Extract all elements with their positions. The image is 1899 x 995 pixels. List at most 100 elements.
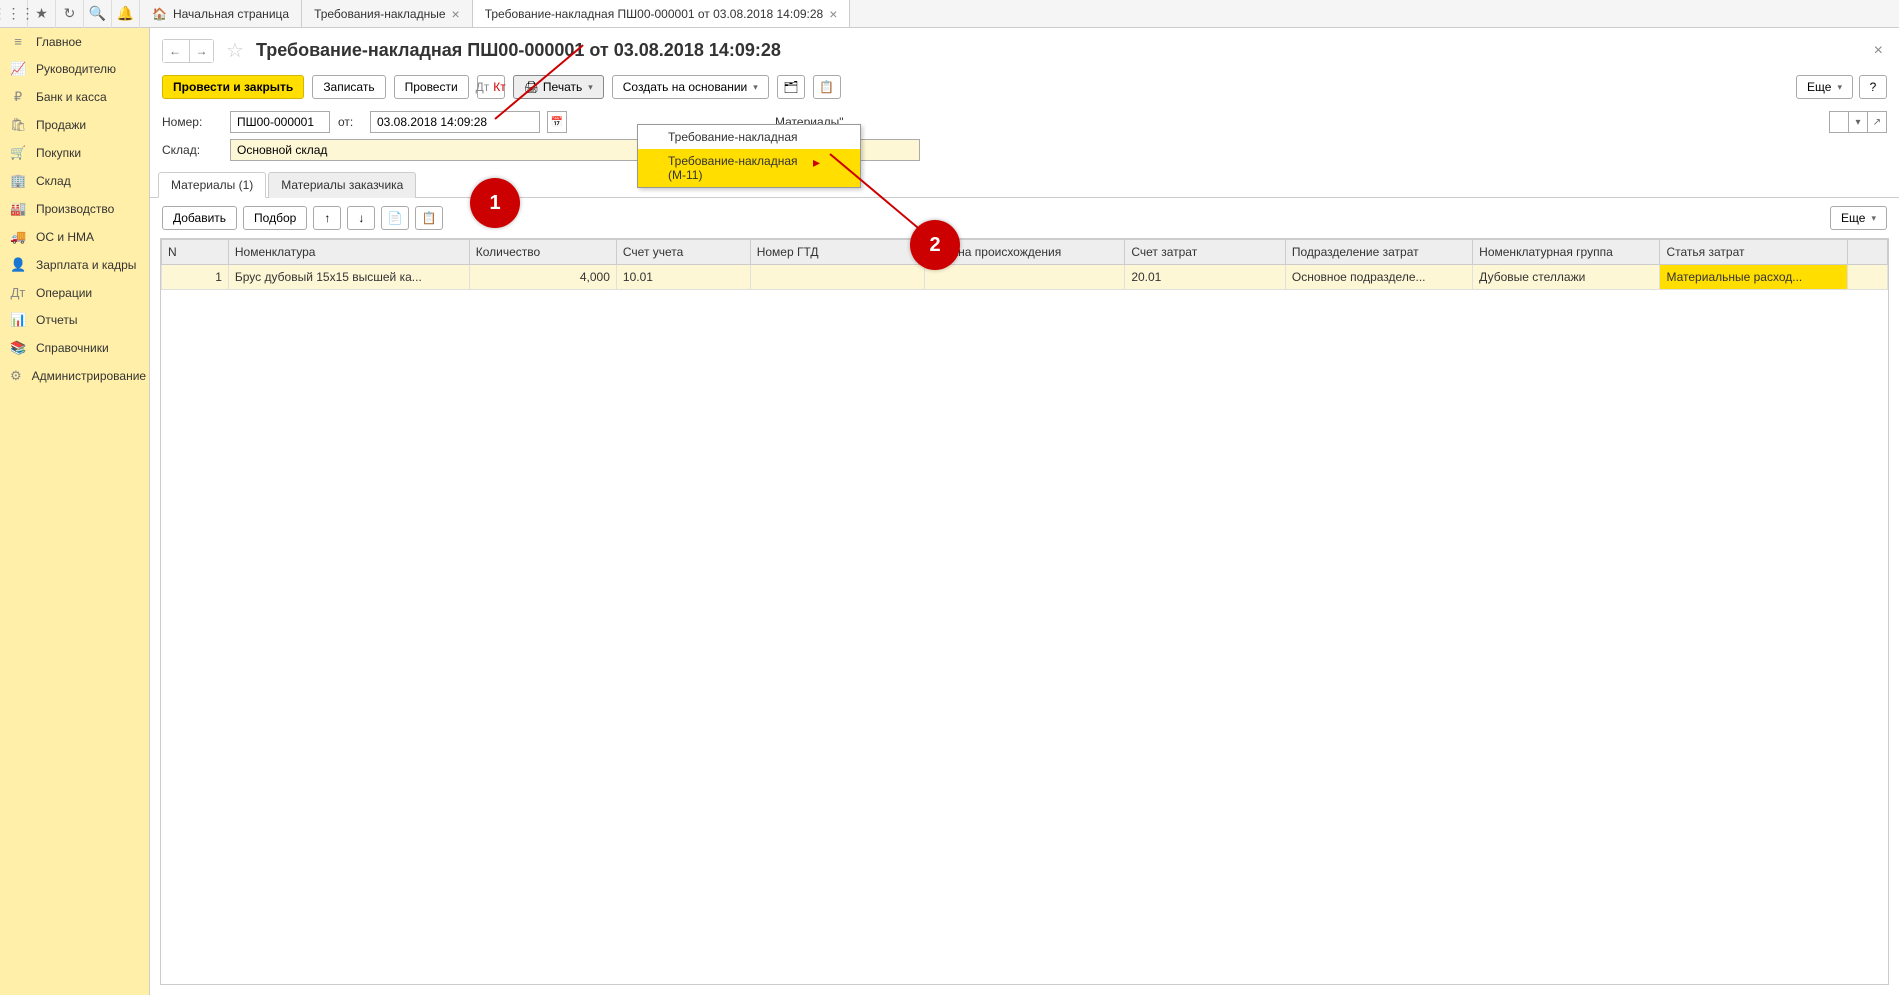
print-menu-item-m11[interactable]: Требование-накладная (М-11) [638, 149, 860, 187]
print-button[interactable]: 🖨 Печать ▾ [513, 75, 604, 99]
col-n[interactable]: N [162, 240, 229, 265]
col-department[interactable]: Подразделение затрат [1285, 240, 1472, 265]
cell-department[interactable]: Основное подразделе... [1285, 265, 1472, 290]
sidebar: ≡ Главное 📈Руководителю ₽Банк и касса 🛍Пр… [0, 28, 150, 995]
col-cost-article[interactable]: Статья затрат [1660, 240, 1847, 265]
paste-button[interactable]: 📋 [415, 206, 443, 230]
post-button[interactable]: Провести [394, 75, 469, 99]
cell-gtd[interactable] [750, 265, 924, 290]
list-button[interactable]: 📋 [813, 75, 841, 99]
apps-icon[interactable]: ⋮⋮⋮ [0, 0, 28, 28]
annotation-2: 2 [910, 220, 960, 270]
cell-country[interactable] [924, 265, 1125, 290]
cell-empty [1847, 265, 1887, 290]
sidebar-item-manager[interactable]: 📈Руководителю [0, 55, 149, 83]
sidebar-item-operations[interactable]: ДтОперации [0, 279, 149, 306]
number-input[interactable] [230, 111, 330, 133]
cell-n[interactable]: 1 [162, 265, 229, 290]
tab-materials[interactable]: Материалы (1) [158, 172, 266, 198]
help-button[interactable]: ? [1859, 75, 1887, 99]
post-and-close-button[interactable]: Провести и закрыть [162, 75, 304, 99]
sidebar-item-label: Производство [36, 202, 114, 216]
search-icon[interactable]: 🔍 [84, 0, 112, 28]
sidebar-item-assets[interactable]: 🚚ОС и НМА [0, 223, 149, 251]
sidebar-item-warehouse[interactable]: 🏢 Склад [0, 167, 149, 195]
history-icon[interactable]: ↻ [56, 0, 84, 28]
person-icon: 👤 [10, 257, 26, 273]
top-tab-label: Требование-накладная ПШ00-000001 от 03.0… [485, 7, 824, 21]
move-down-button[interactable]: ↓ [347, 206, 375, 230]
close-icon[interactable]: × [452, 6, 460, 22]
annotation-1: 1 [470, 178, 520, 228]
add-button[interactable]: Добавить [162, 206, 237, 230]
back-button[interactable]: ← [163, 40, 187, 62]
top-toolbar: ⋮⋮⋮ ★ ↻ 🔍 🔔 🏠 Начальная страница Требова… [0, 0, 1899, 28]
print-dropdown-menu: Требование-накладная Требование-накладна… [637, 124, 861, 188]
top-tab-doc[interactable]: Требование-накладная ПШ00-000001 от 03.0… [473, 0, 851, 27]
main-content: ← → ☆ Требование-накладная ПШ00-000001 о… [150, 28, 1899, 995]
number-label: Номер: [162, 115, 222, 129]
form-row-warehouse: Склад: [150, 137, 1899, 165]
cell-nom-group[interactable]: Дубовые стеллажи [1473, 265, 1660, 290]
tab-customer-materials[interactable]: Материалы заказчика [268, 172, 416, 198]
more-button[interactable]: Еще▾ [1796, 75, 1853, 99]
bell-icon[interactable]: 🔔 [112, 0, 140, 28]
table-row[interactable]: 1 Брус дубовый 15х15 высшей ка... 4,000 … [162, 265, 1888, 290]
gear-icon: ⚙ [10, 368, 22, 384]
forward-button[interactable]: → [189, 40, 213, 62]
sidebar-item-reports[interactable]: 📊Отчеты [0, 306, 149, 334]
top-tab-home[interactable]: 🏠 Начальная страница [140, 0, 302, 27]
star-icon[interactable]: ★ [28, 0, 56, 28]
sidebar-item-production[interactable]: 🏭 Производство [0, 195, 149, 223]
dtkt-button[interactable]: ДтКт [477, 75, 505, 99]
sidebar-item-label: Склад [36, 174, 71, 188]
dropdown-button[interactable]: ▾ [1848, 111, 1868, 133]
pick-button[interactable]: Подбор [243, 206, 307, 230]
extra-input[interactable] [1829, 111, 1849, 133]
col-nomenclature-group[interactable]: Номенклатурная группа [1473, 240, 1660, 265]
factory-icon: 🏭 [10, 201, 26, 217]
structure-button[interactable]: 🗂 [777, 75, 805, 99]
sidebar-item-sales[interactable]: 🛍Продажи [0, 111, 149, 139]
create-based-label: Создать на основании [623, 80, 748, 94]
cell-cost-account[interactable]: 20.01 [1125, 265, 1286, 290]
cell-quantity[interactable]: 4,000 [469, 265, 616, 290]
warehouse-icon: 🏢 [10, 173, 26, 189]
sidebar-item-label: Руководителю [36, 62, 116, 76]
copy-button[interactable]: 📄 [381, 206, 409, 230]
cell-nomenclature[interactable]: Брус дубовый 15х15 высшей ка... [228, 265, 469, 290]
sidebar-item-refs[interactable]: 📚Справочники [0, 334, 149, 362]
sidebar-item-admin[interactable]: ⚙Администрирование [0, 362, 149, 390]
print-menu-item-invoice[interactable]: Требование-накладная [638, 125, 860, 149]
sidebar-item-label: Справочники [36, 341, 109, 355]
col-account[interactable]: Счет учета [616, 240, 750, 265]
move-up-button[interactable]: ↑ [313, 206, 341, 230]
sidebar-item-hr[interactable]: 👤Зарплата и кадры [0, 251, 149, 279]
sidebar-item-label: Главное [36, 35, 82, 49]
col-nomenclature[interactable]: Номенклатура [228, 240, 469, 265]
date-input[interactable] [370, 111, 540, 133]
close-icon[interactable]: × [829, 6, 837, 22]
sidebar-item-main[interactable]: ≡ Главное [0, 28, 149, 55]
table-more-button[interactable]: Еще▾ [1830, 206, 1887, 230]
cell-account[interactable]: 10.01 [616, 265, 750, 290]
favorite-icon[interactable]: ☆ [226, 38, 244, 63]
top-tab-list[interactable]: Требования-накладные × [302, 0, 473, 27]
col-quantity[interactable]: Количество [469, 240, 616, 265]
close-document-button[interactable]: × [1870, 42, 1887, 60]
sidebar-item-bank[interactable]: ₽Банк и касса [0, 83, 149, 111]
table-header-row: N Номенклатура Количество Счет учета Ном… [162, 240, 1888, 265]
materials-table: N Номенклатура Количество Счет учета Ном… [161, 239, 1888, 290]
create-based-button[interactable]: Создать на основании ▾ [612, 75, 769, 99]
save-button[interactable]: Записать [312, 75, 385, 99]
chevron-down-icon: ▾ [588, 82, 593, 93]
menu-icon: ≡ [10, 34, 26, 49]
col-cost-account[interactable]: Счет затрат [1125, 240, 1286, 265]
chevron-down-icon: ▾ [753, 82, 758, 93]
sidebar-item-purchases[interactable]: 🛒Покупки [0, 139, 149, 167]
document-tabs: Материалы (1) Материалы заказчика [150, 171, 1899, 198]
cell-article[interactable]: Материальные расход... [1660, 265, 1847, 290]
col-gtd[interactable]: Номер ГТД [750, 240, 924, 265]
open-button[interactable]: ↗ [1867, 111, 1887, 133]
calendar-button[interactable]: 📅 [547, 111, 567, 133]
